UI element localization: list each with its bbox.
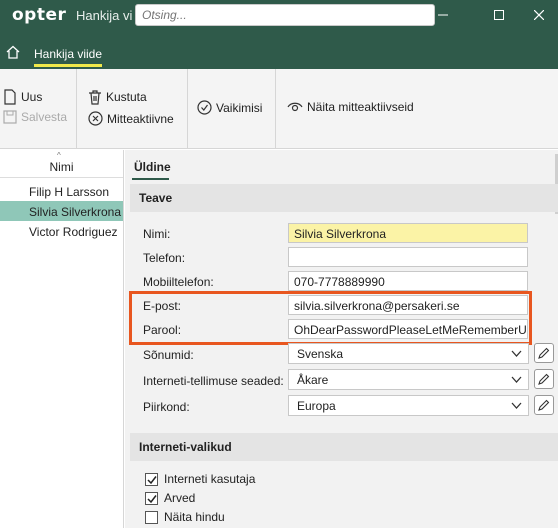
phrases-value: Svenska [297,347,344,361]
close-icon [533,9,545,21]
inactive-label: Mitteaktiivne [107,111,174,126]
trash-icon [89,90,101,105]
chevron-down-icon [511,402,522,409]
phrases-label: Sõnumid: [143,348,194,362]
mobile-label: Mobiiltelefon: [143,275,214,289]
show-price-checkbox[interactable] [145,510,158,524]
internet-user-checkbox-row[interactable]: Interneti kasutaja [145,472,255,486]
checkmark-icon [147,494,157,503]
section-info-header: Teave [130,184,558,212]
list-item[interactable]: Victor Rodriguez [0,221,123,241]
region-edit-button[interactable] [534,395,554,415]
eye-icon [287,102,303,112]
internet-user-label: Interneti kasutaja [164,472,256,486]
phrases-select[interactable]: Svenska [288,343,529,364]
tab-bar: Hankija viide [0,32,558,69]
active-tab-indicator [132,178,169,180]
check-circle-icon [197,100,212,115]
minimize-icon [438,14,448,16]
highlight-box [129,291,532,345]
toolbar-group-view: Näita mitteaktiivseid [276,69,558,149]
app-logo: opter [12,5,67,25]
show-inactive-button[interactable]: Näita mitteaktiivseid [287,100,414,114]
new-button[interactable]: Uus [3,89,42,105]
inactive-button[interactable]: Mitteaktiivne [88,111,174,126]
list-header-label: Nimi [49,160,74,174]
toolbar: Uus Salvesta Kustuta Mitteaktiivne Vaiki… [0,69,558,149]
invoices-label: Arved [164,491,196,505]
region-select[interactable]: Europa [288,395,529,416]
order-settings-value: Åkare [297,373,329,387]
pencil-icon [538,347,550,359]
home-icon[interactable] [5,44,21,60]
x-circle-icon [88,111,103,126]
toolbar-group-edit: Kustuta Mitteaktiivne [77,69,188,149]
show-price-checkbox-row[interactable]: Näita hindu [145,510,225,524]
supplier-reference-list: ^ Nimi Filip H Larsson Silvia Silverkron… [0,150,124,528]
pencil-icon [538,399,550,411]
chevron-down-icon [511,376,522,383]
checkmark-icon [147,475,157,484]
name-label: Nimi: [143,227,171,241]
region-value: Europa [297,399,336,413]
region-label: Piirkond: [143,400,190,414]
sort-ascending-icon: ^ [57,151,61,160]
internet-user-checkbox[interactable] [145,472,158,486]
window-title: Hankija vi [76,8,133,23]
phone-field[interactable] [288,247,528,267]
new-label: Uus [21,90,43,104]
show-inactive-label: Näita mitteaktiivseid [307,100,414,114]
detail-panel: Üldine Teave Nimi: Silvia Silverkrona Te… [125,150,558,528]
show-price-label: Näita hindu [164,510,225,524]
pencil-icon [538,373,550,385]
save-icon [3,110,17,124]
list-item-selected[interactable]: Silvia Silverkrona [0,201,123,221]
tab-general[interactable]: Üldine [134,160,171,174]
order-settings-label: Interneti-tellimuse seaded: [143,374,284,388]
section-internet-header: Interneti-valikud [130,433,558,461]
list-header-name[interactable]: ^ Nimi [0,150,123,178]
name-field[interactable]: Silvia Silverkrona [288,223,528,243]
close-button[interactable] [516,0,558,32]
delete-button[interactable]: Kustuta [88,89,147,105]
toolbar-group-default: Vaikimisi [188,69,276,149]
invoices-checkbox[interactable] [145,491,158,505]
default-label: Vaikimisi [216,100,263,115]
list-item[interactable]: Filip H Larsson [0,181,123,201]
maximize-icon [494,10,504,20]
chevron-down-icon [511,350,522,357]
order-settings-select[interactable]: Åkare [288,369,529,390]
tab-supplier-reference[interactable]: Hankija viide [34,47,102,61]
minimize-button[interactable] [420,0,466,32]
toolbar-group-file: Uus Salvesta [0,69,77,149]
save-label: Salvesta [21,110,68,124]
invoices-checkbox-row[interactable]: Arved [145,491,195,505]
title-bar: opter Hankija vi [0,0,558,32]
search-input[interactable] [135,4,435,26]
active-tab-indicator [34,64,102,67]
delete-label: Kustuta [106,90,147,104]
order-settings-edit-button[interactable] [534,369,554,389]
phrases-edit-button[interactable] [534,343,554,363]
save-button[interactable]: Salvesta [3,110,67,124]
new-document-icon [4,89,16,105]
mobile-field[interactable]: 070-7778889990 [288,271,528,291]
phone-label: Telefon: [143,251,186,265]
default-button[interactable]: Vaikimisi [197,100,262,115]
